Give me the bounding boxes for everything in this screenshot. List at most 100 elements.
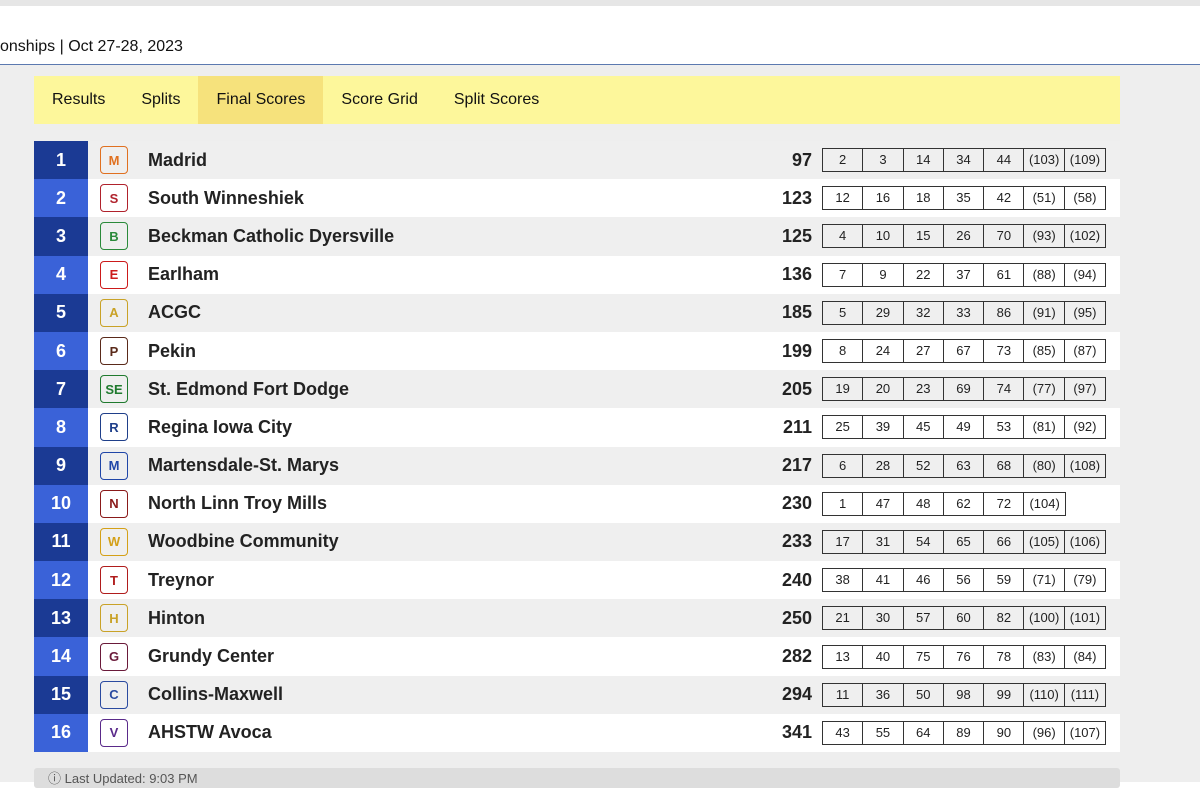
team-name[interactable]: ACGC [148, 302, 760, 323]
team-logo-icon: B [100, 222, 128, 251]
runner-place-cell: 12 [823, 187, 864, 210]
runner-place-cell: 21 [823, 607, 864, 630]
tab-results[interactable]: Results [34, 76, 123, 124]
team-score: 230 [781, 493, 812, 514]
runner-place-cell: 32 [904, 301, 944, 324]
runner-place-cell: 22 [904, 263, 944, 286]
runner-place-cell: 18 [904, 187, 944, 210]
runner-place-cell: 43 [823, 721, 864, 744]
team-name[interactable]: Earlham [148, 264, 760, 285]
team-place: 8 [34, 408, 88, 447]
runner-place-cell: 50 [904, 683, 944, 706]
team-place: 15 [34, 675, 88, 714]
last-updated-bar: ⓘ Last Updated: 9:03 PM [34, 768, 1120, 788]
runner-place-cell: 99 [984, 683, 1025, 706]
team-score: 282 [781, 646, 812, 667]
team-name[interactable]: Collins-Maxwell [148, 684, 760, 705]
runner-place-cell: 67 [944, 340, 985, 363]
team-name[interactable]: Grundy Center [148, 646, 760, 667]
runner-place-cell: 15 [904, 225, 944, 248]
team-score: 240 [781, 569, 812, 590]
team-name[interactable]: North Linn Troy Mills [148, 493, 760, 514]
team-score: 97 [791, 149, 812, 170]
team-name[interactable]: Pekin [148, 341, 760, 362]
team-score: 250 [781, 607, 812, 628]
runner-place-cell: 10 [863, 225, 904, 248]
team-place: 16 [34, 713, 88, 752]
runner-place-cell: 70 [984, 225, 1025, 248]
runner-place-cell: 42 [984, 187, 1025, 210]
team-logo-icon: W [100, 527, 128, 556]
runner-place-cell: (51) [1024, 187, 1065, 210]
runner-places: 13 40 75 76 78 (83) (84) [822, 644, 1107, 669]
team-row: 5 A ACGC 185 5 29 32 33 86 (91) (95) [34, 293, 1120, 332]
team-score: 217 [781, 455, 812, 476]
runner-place-cell: 38 [823, 569, 864, 592]
results-tab-bar: Results Splits Final Scores Score Grid Split… [34, 76, 1120, 124]
team-row: 8 R Regina Iowa City 211 25 39 45 49 53 (81) (92) [34, 408, 1120, 447]
runner-place-cell: 74 [984, 378, 1025, 401]
team-scores-table: 1 M Madrid 97 2 3 14 34 44 (103) (109) 2 S South Winn… [34, 141, 1120, 752]
team-name[interactable]: Woodbine Community [148, 531, 760, 552]
runner-place-cell: 89 [944, 721, 985, 744]
runner-place-cell: (80) [1024, 454, 1065, 477]
team-score: 294 [781, 684, 812, 705]
runner-place-cell: 25 [823, 416, 864, 439]
runner-place-cell: 44 [984, 149, 1025, 172]
runner-places: 19 20 23 69 74 (77) (97) [822, 377, 1107, 402]
runner-places: 43 55 64 89 90 (96) (107) [822, 720, 1107, 745]
runner-place-cell: (94) [1073, 266, 1097, 282]
runner-place-cell: (77) [1024, 378, 1065, 401]
runner-place-cell: 52 [904, 454, 944, 477]
runner-places: 5 29 32 33 86 (91) (95) [822, 300, 1107, 325]
team-row: 1 M Madrid 97 2 3 14 34 44 (103) (109) [34, 141, 1120, 180]
runner-place-cell: (110) [1024, 683, 1065, 706]
team-row: 10 N North Linn Troy Mills 230 1 47 48 62 72 (104… [34, 484, 1120, 523]
runner-place-cell: (85) [1024, 340, 1065, 363]
team-row: 6 P Pekin 199 8 24 27 67 73 (85) (87) [34, 331, 1120, 371]
team-name[interactable]: Beckman Catholic Dyersville [148, 226, 760, 247]
runner-place-cell: (104) [1029, 495, 1060, 511]
team-name[interactable]: Hinton [148, 608, 760, 629]
tab-score-grid[interactable]: Score Grid [323, 76, 435, 124]
runner-place-cell: 62 [944, 492, 985, 515]
team-score: 185 [781, 302, 812, 323]
runner-place-cell: 69 [944, 378, 985, 401]
team-name[interactable]: Martensdale-St. Marys [148, 455, 760, 476]
team-logo-icon: N [100, 489, 128, 518]
runner-place-cell: (92) [1073, 419, 1097, 435]
runner-place-cell: 57 [904, 607, 944, 630]
team-name[interactable]: St. Edmond Fort Dodge [148, 379, 760, 400]
runner-place-cell: 4 [823, 225, 864, 248]
runner-place-cell: (95) [1073, 304, 1097, 320]
runner-place-cell: 5 [823, 301, 864, 324]
team-place: 1 [34, 141, 88, 180]
browser-top-bar [0, 0, 1200, 6]
runner-place-cell: 33 [944, 301, 985, 324]
team-row: 13 H Hinton 250 21 30 57 60 82 (100) (101) [34, 599, 1120, 638]
team-score: 123 [781, 187, 812, 208]
team-logo-icon: H [100, 604, 128, 633]
team-name[interactable]: Treynor [148, 570, 760, 591]
tab-final-scores[interactable]: Final Scores [198, 76, 324, 124]
runner-place-cell: (79) [1073, 572, 1097, 588]
runner-place-cell: 2 [823, 149, 864, 172]
runner-place-cell: 34 [944, 149, 985, 172]
team-name[interactable]: South Winneshiek [148, 188, 760, 209]
runner-places: 25 39 45 49 53 (81) (92) [822, 415, 1107, 440]
runner-place-cell: 66 [984, 530, 1025, 553]
team-logo-icon: M [100, 451, 128, 480]
runner-place-cell: 61 [984, 263, 1025, 286]
runner-place-cell: 41 [863, 569, 904, 592]
team-name[interactable]: Regina Iowa City [148, 417, 760, 438]
tab-splits[interactable]: Splits [123, 76, 198, 124]
tab-split-scores[interactable]: Split Scores [436, 76, 557, 124]
team-name[interactable]: Madrid [148, 150, 760, 171]
runner-place-cell: (88) [1024, 263, 1065, 286]
runner-place-cell: 56 [944, 569, 985, 592]
runner-places: 1 47 48 62 72 (104) [822, 491, 1066, 516]
team-row: 2 S South Winneshiek 123 12 16 18 35 42 (51) (58) [34, 179, 1120, 218]
team-place: 5 [34, 293, 88, 332]
team-name[interactable]: AHSTW Avoca [148, 722, 760, 743]
runner-places: 17 31 54 65 66 (105) (106) [822, 529, 1107, 554]
